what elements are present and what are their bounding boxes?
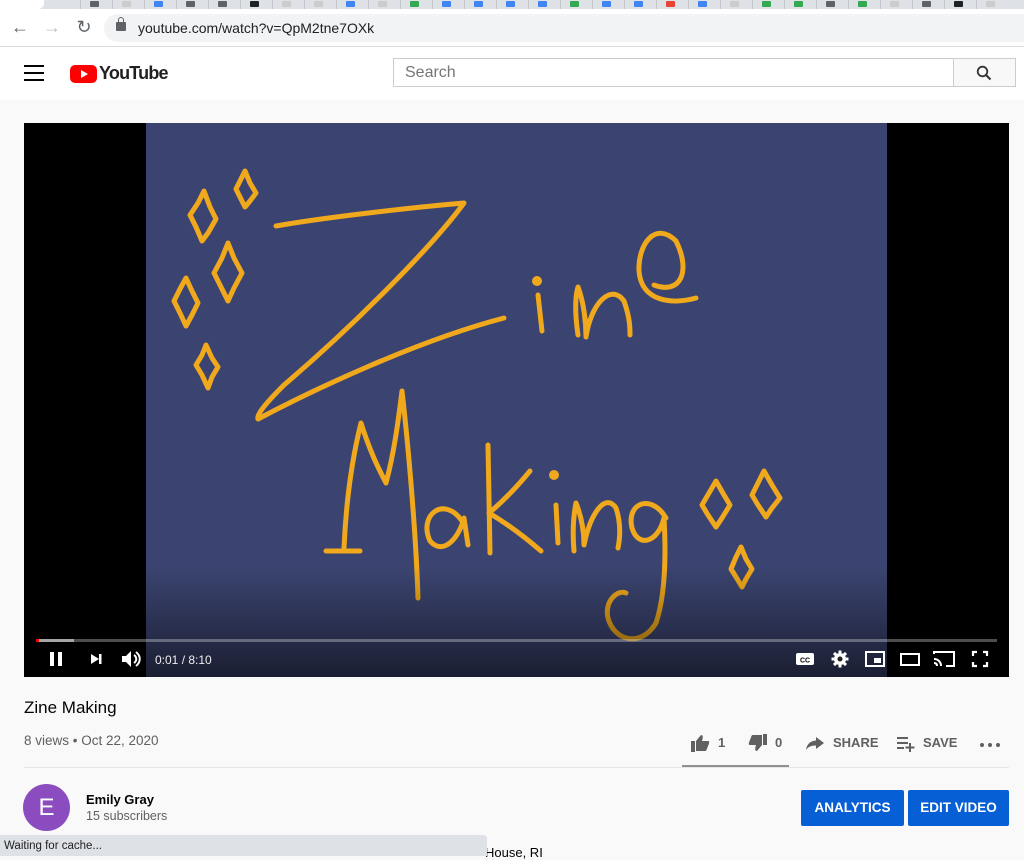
back-arrow-icon[interactable]: ← [8, 15, 32, 39]
browser-tab[interactable] [208, 0, 235, 9]
thumbs-down-icon [748, 734, 767, 751]
subscriber-count: 15 subscribers [86, 809, 168, 823]
browser-status-bar: Waiting for cache... [0, 835, 487, 856]
browser-tab[interactable] [688, 0, 715, 9]
youtube-wordmark: YouTube [99, 63, 169, 83]
theater-mode-button[interactable] [899, 647, 921, 671]
url-text[interactable]: youtube.com/watch?v=QpM2tne7OXk [138, 14, 374, 42]
video-title: Zine Making [24, 698, 117, 717]
captions-icon: CC [796, 653, 814, 665]
browser-tab[interactable] [400, 0, 427, 9]
browser-tab[interactable] [304, 0, 331, 9]
miniplayer-icon [865, 651, 885, 667]
played-bar [36, 639, 39, 642]
more-actions-button[interactable] [979, 731, 1001, 755]
browser-tab[interactable] [528, 0, 555, 9]
browser-tab[interactable] [912, 0, 939, 9]
forward-arrow-icon[interactable]: → [40, 15, 64, 39]
browser-tab[interactable] [848, 0, 875, 9]
channel-avatar[interactable]: E [23, 784, 70, 831]
time-display: 0:01 / 8:10 [155, 653, 212, 667]
browser-tab-strip [0, 0, 1024, 9]
share-label: SHARE [833, 735, 879, 750]
search-button[interactable] [953, 58, 1016, 87]
browser-tab[interactable] [272, 0, 299, 9]
description-text: House, RI [485, 845, 543, 860]
browser-tab[interactable] [592, 0, 619, 9]
search-input[interactable] [393, 58, 953, 87]
miniplayer-button[interactable] [864, 647, 886, 671]
pause-icon [50, 652, 62, 666]
theater-icon [900, 653, 920, 666]
search-icon [976, 65, 992, 81]
active-tab[interactable] [0, 0, 44, 9]
dislike-button[interactable]: 0 [748, 731, 788, 755]
browser-tab[interactable] [176, 0, 203, 9]
browser-tab[interactable] [144, 0, 171, 9]
browser-tab[interactable] [944, 0, 971, 9]
volume-button[interactable] [120, 647, 142, 671]
browser-tab[interactable] [80, 0, 107, 9]
playlist-add-icon [897, 737, 915, 752]
share-button[interactable]: SHARE [805, 731, 879, 755]
next-icon [91, 654, 102, 664]
video-actions: 1 0 SHARE SAVE [0, 731, 1024, 755]
fullscreen-icon [971, 650, 989, 668]
settings-button[interactable] [830, 647, 850, 671]
analytics-button[interactable]: ANALYTICS [801, 790, 904, 826]
more-horizontal-icon [980, 743, 1000, 747]
divider [24, 767, 1009, 768]
browser-tab[interactable] [816, 0, 843, 9]
browser-tab[interactable] [624, 0, 651, 9]
fullscreen-button[interactable] [970, 647, 990, 671]
like-button[interactable]: 1 [690, 731, 730, 755]
browser-tab[interactable] [336, 0, 363, 9]
buffered-bar [36, 639, 75, 642]
browser-tab[interactable] [784, 0, 811, 9]
pause-button[interactable] [48, 647, 64, 671]
next-button[interactable] [88, 647, 104, 671]
youtube-header: YouTube [0, 47, 1024, 100]
browser-tab[interactable] [720, 0, 747, 9]
browser-tab[interactable] [432, 0, 459, 9]
video-player[interactable]: 0:01 / 8:10 CC [24, 123, 1009, 677]
reload-icon[interactable]: ↻ [72, 15, 96, 39]
browser-tab[interactable] [976, 0, 1003, 9]
browser-tab[interactable] [880, 0, 907, 9]
browser-tab[interactable] [368, 0, 395, 9]
like-count: 1 [718, 735, 726, 750]
share-arrow-icon [806, 737, 824, 750]
save-label: SAVE [923, 735, 958, 750]
lock-icon [116, 17, 126, 31]
browser-tab[interactable] [112, 0, 139, 9]
cast-icon [933, 651, 955, 667]
menu-icon[interactable] [24, 65, 44, 81]
channel-name[interactable]: Emily Gray [86, 792, 154, 807]
address-bar[interactable]: youtube.com/watch?v=QpM2tne7OXk [104, 14, 1024, 42]
thumbs-up-icon [691, 735, 710, 752]
browser-tab[interactable] [752, 0, 779, 9]
cast-button[interactable] [932, 647, 956, 671]
browser-tab[interactable] [496, 0, 523, 9]
subtitles-button[interactable]: CC [795, 647, 815, 671]
browser-tab[interactable] [464, 0, 491, 9]
settings-icon [831, 650, 849, 668]
browser-toolbar: ← → ↻ youtube.com/watch?v=QpM2tne7OXk [0, 9, 1024, 47]
browser-tab[interactable] [656, 0, 683, 9]
svg-text:CC: CC [800, 658, 810, 665]
save-button[interactable]: SAVE [896, 731, 958, 755]
volume-icon [122, 651, 141, 667]
browser-tab[interactable] [560, 0, 587, 9]
dislike-count: 0 [775, 735, 783, 750]
edit-video-button[interactable]: EDIT VIDEO [908, 790, 1009, 826]
progress-bar[interactable] [36, 639, 997, 642]
youtube-play-logo-icon [70, 65, 97, 83]
browser-tab[interactable] [240, 0, 267, 9]
